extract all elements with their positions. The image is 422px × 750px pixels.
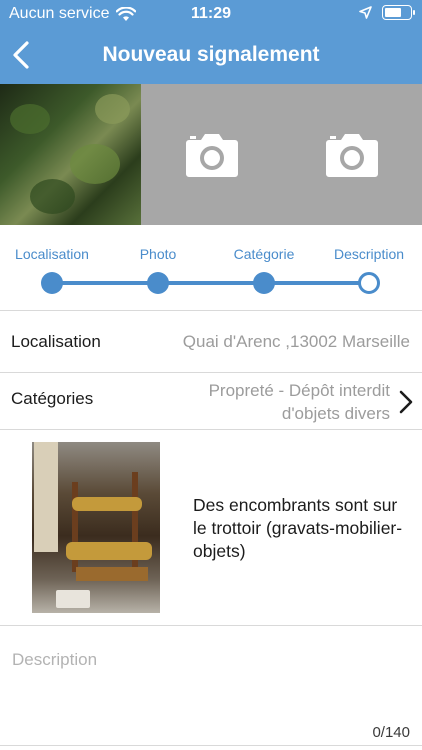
add-photo-slot[interactable]	[282, 84, 422, 225]
navigation-bar: Nouveau signalement	[0, 28, 422, 84]
step-label-localisation[interactable]: Localisation	[15, 246, 89, 262]
chevron-right-icon	[399, 390, 413, 414]
battery-icon	[382, 5, 415, 20]
camera-icon	[185, 133, 238, 177]
photo-thumbnail[interactable]	[0, 84, 141, 225]
step-label-categorie[interactable]: Catégorie	[234, 246, 295, 262]
description-placeholder: Description	[12, 650, 98, 669]
character-counter: 0/140	[372, 724, 410, 741]
report-image[interactable]	[32, 442, 160, 613]
photo-strip	[0, 84, 422, 225]
divider	[0, 745, 422, 746]
step-dot-categorie[interactable]	[253, 272, 275, 294]
step-dot-photo[interactable]	[147, 272, 169, 294]
step-label-description[interactable]: Description	[334, 246, 404, 262]
stepper-track	[52, 281, 369, 285]
add-photo-slot[interactable]	[141, 84, 282, 225]
location-label: Localisation	[11, 332, 101, 351]
description-field[interactable]: Description 0/140	[0, 626, 422, 750]
progress-stepper: Localisation Photo Catégorie Description	[0, 225, 422, 311]
report-summary: Des encombrants sont sur le trottoir (gr…	[0, 430, 422, 626]
status-right	[359, 5, 415, 20]
location-row[interactable]: Localisation Quai d'Arenc ,13002 Marseil…	[0, 311, 422, 373]
step-dot-description[interactable]	[358, 272, 380, 294]
categories-value: Propreté - Dépôt interdit d'objets diver…	[208, 381, 390, 423]
camera-icon	[326, 133, 378, 177]
report-text: Des encombrants sont sur le trottoir (gr…	[193, 495, 403, 561]
location-value: Quai d'Arenc ,13002 Marseille	[182, 332, 410, 351]
step-label-photo[interactable]: Photo	[140, 246, 177, 262]
status-bar: Aucun service 11:29	[0, 0, 422, 28]
top-bar: Aucun service 11:29 Nouveau signalement	[0, 0, 422, 84]
step-dot-localisation[interactable]	[41, 272, 63, 294]
location-arrow-icon	[359, 6, 372, 19]
categories-label: Catégories	[11, 389, 94, 408]
categories-row[interactable]: Catégories Propreté - Dépôt interdit d'o…	[0, 373, 422, 430]
page-title: Nouveau signalement	[102, 43, 320, 66]
